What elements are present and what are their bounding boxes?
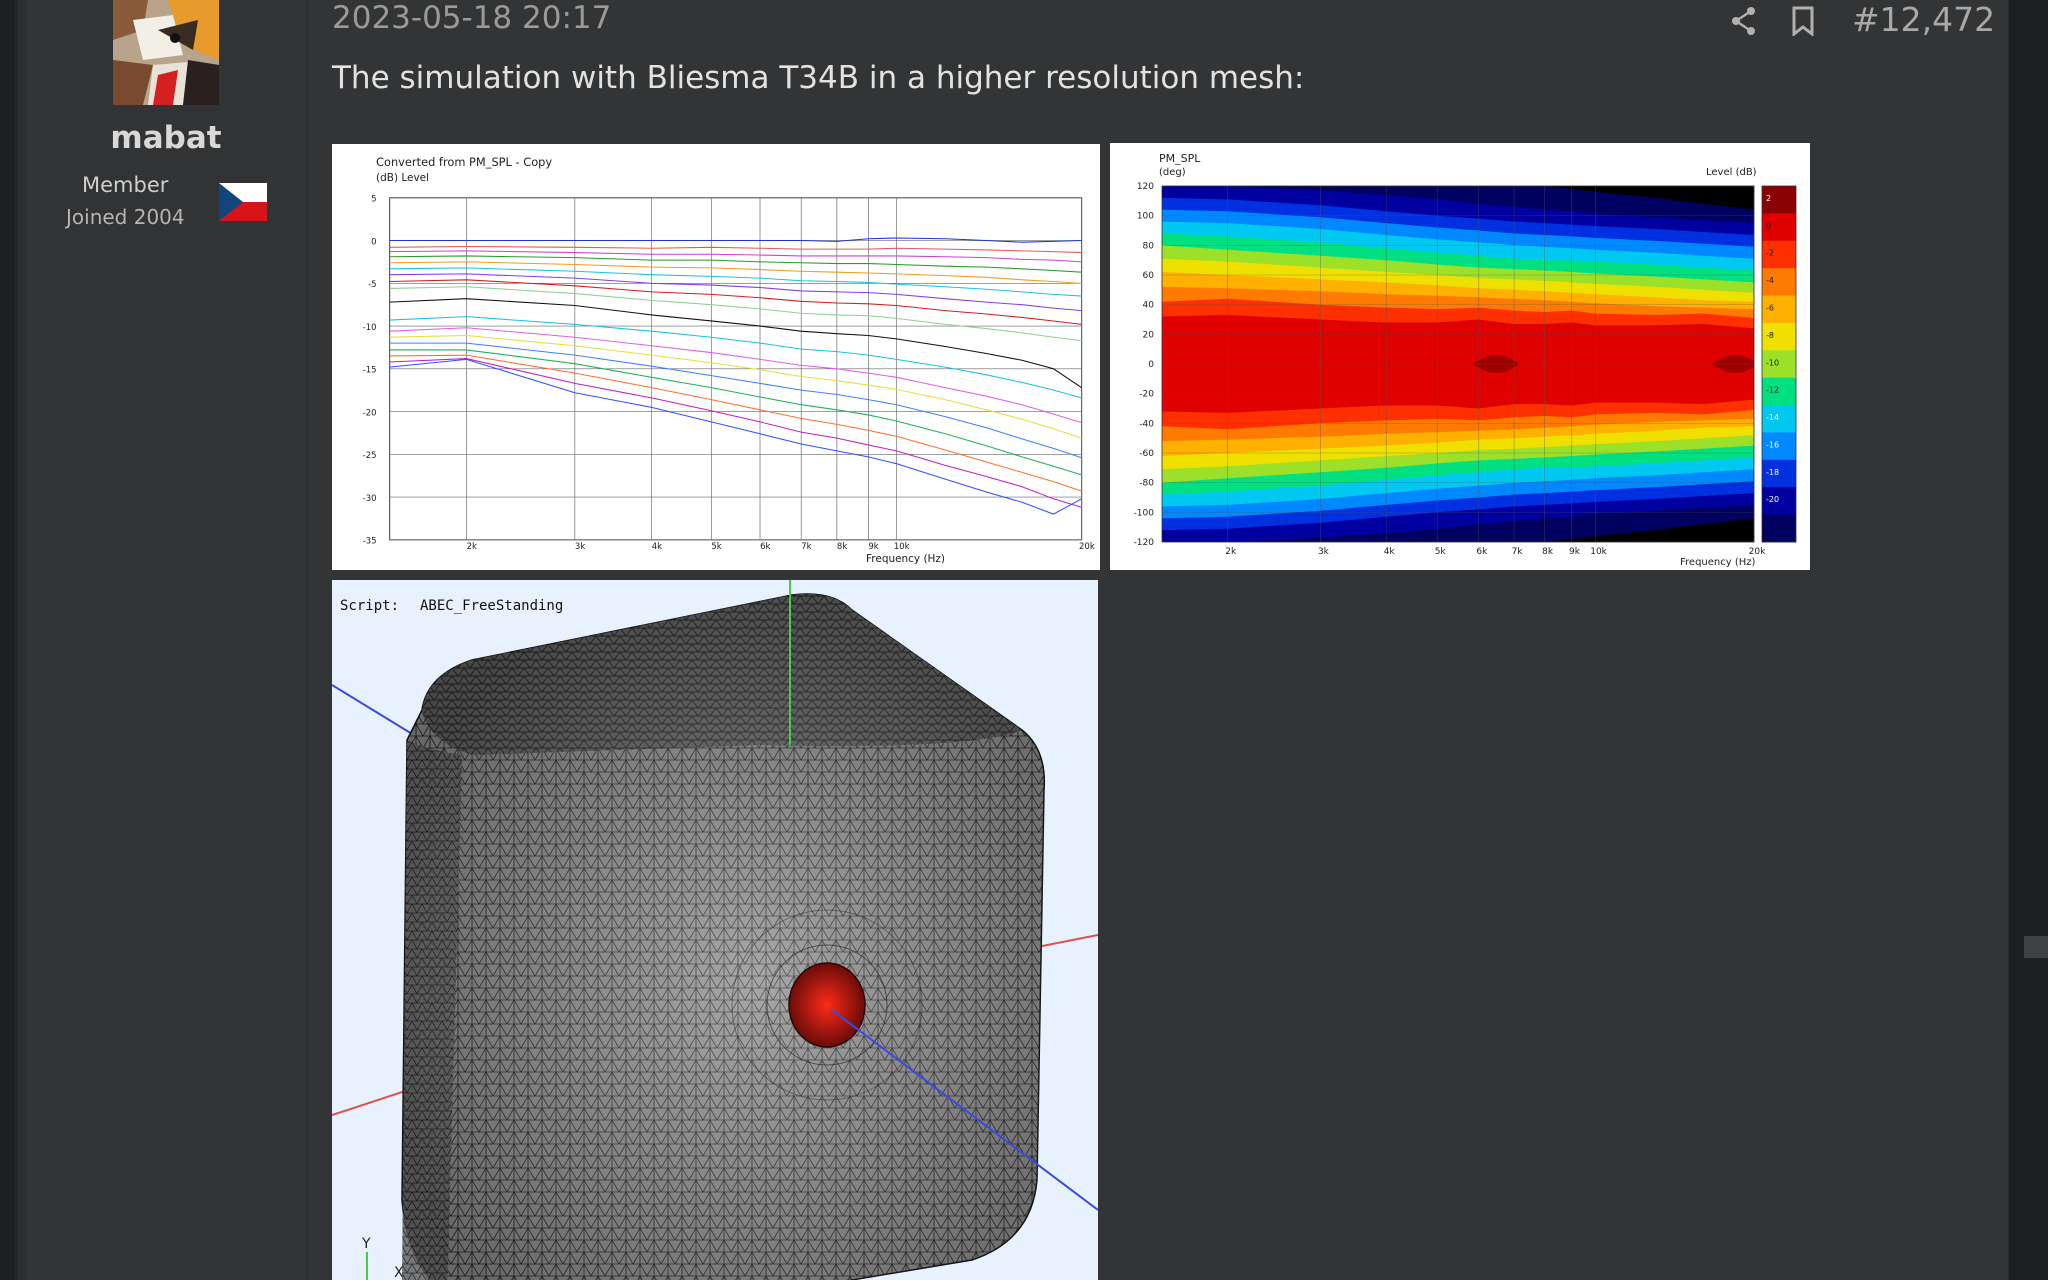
share-icon[interactable] bbox=[1730, 6, 1758, 40]
driver-mesh bbox=[788, 962, 866, 1048]
y-axis-label: (dB) Level bbox=[376, 172, 429, 184]
y-tick-label: 40 bbox=[1143, 301, 1155, 311]
x-tick-label: 8k bbox=[837, 542, 847, 552]
x-tick-label: 6k bbox=[1476, 547, 1488, 557]
colorbar-tick-label: -16 bbox=[1766, 440, 1779, 449]
chart-title: Converted from PM_SPL - Copy bbox=[376, 155, 552, 169]
x-tick-label: 9k bbox=[1569, 547, 1581, 557]
colorbar-tick-label: -4 bbox=[1766, 276, 1774, 285]
x-tick-label: 10k bbox=[1590, 547, 1607, 557]
y-tick-label: -15 bbox=[363, 366, 377, 376]
colorbar-tick-label: -8 bbox=[1766, 331, 1774, 340]
y-tick-label: -20 bbox=[363, 408, 377, 418]
colorbar-tick-label: -2 bbox=[1766, 249, 1774, 258]
y-tick-label: -100 bbox=[1134, 508, 1155, 518]
x-tick-label: 4k bbox=[1384, 547, 1396, 557]
y-tick-label: 100 bbox=[1137, 212, 1154, 222]
x-tick-label: 2k bbox=[1225, 547, 1237, 557]
z-axis-line bbox=[332, 684, 423, 741]
script-name: ABEC_FreeStanding bbox=[420, 598, 563, 614]
x-axis-label: Frequency (Hz) bbox=[866, 553, 945, 565]
x-tick-label: 4k bbox=[652, 542, 662, 552]
czech-flag-icon bbox=[219, 183, 267, 225]
colorbar-tick-label: 0 bbox=[1766, 221, 1771, 230]
x-tick-label: 3k bbox=[1318, 547, 1330, 557]
y-tick-label: -30 bbox=[363, 494, 377, 504]
y-tick-label: -80 bbox=[1139, 479, 1154, 489]
scrollbar-thumb[interactable] bbox=[2024, 936, 2048, 958]
post-number[interactable]: #12,472 bbox=[1852, 0, 1995, 39]
y-tick-label: -40 bbox=[1139, 419, 1154, 429]
axis-y-label: Y bbox=[361, 1236, 371, 1252]
colorbar-tick-label: -14 bbox=[1766, 413, 1779, 422]
user-role: Member bbox=[82, 173, 169, 197]
post-date[interactable]: 2023-05-18 20:17 bbox=[332, 0, 611, 36]
x-tick-label: 5k bbox=[1435, 547, 1447, 557]
join-date: Joined 2004 bbox=[66, 205, 185, 229]
script-label: Script: bbox=[340, 598, 399, 614]
y-tick-label: -120 bbox=[1134, 538, 1155, 548]
x-tick-label: 9k bbox=[868, 542, 878, 552]
forum-post: mabat Member Joined 2004 2023-05-18 20:1… bbox=[26, 0, 2008, 1280]
y-tick-label: 80 bbox=[1143, 241, 1155, 251]
frequency-response-svg: Converted from PM_SPL - Copy (dB) Level … bbox=[363, 155, 1095, 565]
x-tick-label: 7k bbox=[801, 542, 811, 552]
y-tick-label: 0 bbox=[371, 237, 376, 247]
scrollbar[interactable] bbox=[2009, 0, 2048, 1280]
x-tick-label: 20k bbox=[1079, 542, 1095, 552]
colorbar-tick-label: -12 bbox=[1766, 386, 1779, 395]
bookmark-icon[interactable] bbox=[1791, 6, 1815, 40]
x-axis-label: Frequency (Hz) bbox=[1680, 557, 1756, 568]
y-axis-label: (deg) bbox=[1159, 167, 1186, 178]
chart-title: PM_SPL bbox=[1159, 152, 1201, 165]
y-tick-label: -5 bbox=[368, 280, 376, 290]
x-tick-label: 10k bbox=[894, 542, 910, 552]
colorbar-tick-label: -6 bbox=[1766, 303, 1774, 312]
y-tick-label: -20 bbox=[1139, 390, 1154, 400]
forum-page: mabat Member Joined 2004 2023-05-18 20:1… bbox=[0, 0, 2048, 1280]
y-tick-label: -35 bbox=[363, 537, 377, 547]
x-tick-label: 3k bbox=[575, 542, 585, 552]
mesh-view[interactable]: Script: ABEC_FreeStanding Y X bbox=[332, 580, 1098, 1280]
x-tick-label: 6k bbox=[760, 542, 770, 552]
y-tick-label: 0 bbox=[1148, 360, 1154, 370]
mesh-svg: Script: ABEC_FreeStanding Y X bbox=[332, 580, 1098, 1280]
colorbar-tick-label: -20 bbox=[1766, 495, 1779, 504]
x-tick-label: 20k bbox=[1749, 547, 1766, 557]
colorbar-label: Level (dB) bbox=[1706, 167, 1757, 178]
avatar[interactable] bbox=[113, 0, 219, 105]
frequency-response-chart[interactable]: Converted from PM_SPL - Copy (dB) Level … bbox=[332, 144, 1100, 570]
x-tick-label: 8k bbox=[1542, 547, 1554, 557]
colorbar-tick-label: 2 bbox=[1766, 194, 1771, 203]
y-tick-label: 120 bbox=[1137, 182, 1154, 192]
x-tick-label: 7k bbox=[1512, 547, 1524, 557]
x-tick-label: 5k bbox=[711, 542, 721, 552]
polar-map-chart[interactable]: PM_SPL (deg) Level (dB) Frequency (Hz) 2… bbox=[1110, 143, 1810, 570]
y-tick-label: 20 bbox=[1143, 330, 1155, 340]
colorbar-tick-label: -18 bbox=[1766, 468, 1779, 477]
y-tick-label: -25 bbox=[363, 451, 377, 461]
user-info-panel: mabat Member Joined 2004 bbox=[26, 0, 308, 1280]
y-tick-label: 60 bbox=[1143, 271, 1155, 281]
left-gutter bbox=[0, 0, 18, 1280]
y-tick-label: -10 bbox=[363, 323, 377, 333]
x-tick-label: 2k bbox=[467, 542, 477, 552]
colorbar-swatch bbox=[1762, 514, 1796, 543]
colorbar-tick-label: -10 bbox=[1766, 358, 1779, 367]
polar-map-svg: PM_SPL (deg) Level (dB) Frequency (Hz) 2… bbox=[1134, 152, 1797, 568]
post-text: The simulation with Bliesma T34B in a hi… bbox=[332, 60, 1305, 96]
y-tick-label: 5 bbox=[371, 195, 376, 205]
y-tick-label: -60 bbox=[1139, 449, 1154, 459]
axis-x-label: X bbox=[394, 1265, 404, 1280]
username[interactable]: mabat bbox=[26, 120, 306, 156]
